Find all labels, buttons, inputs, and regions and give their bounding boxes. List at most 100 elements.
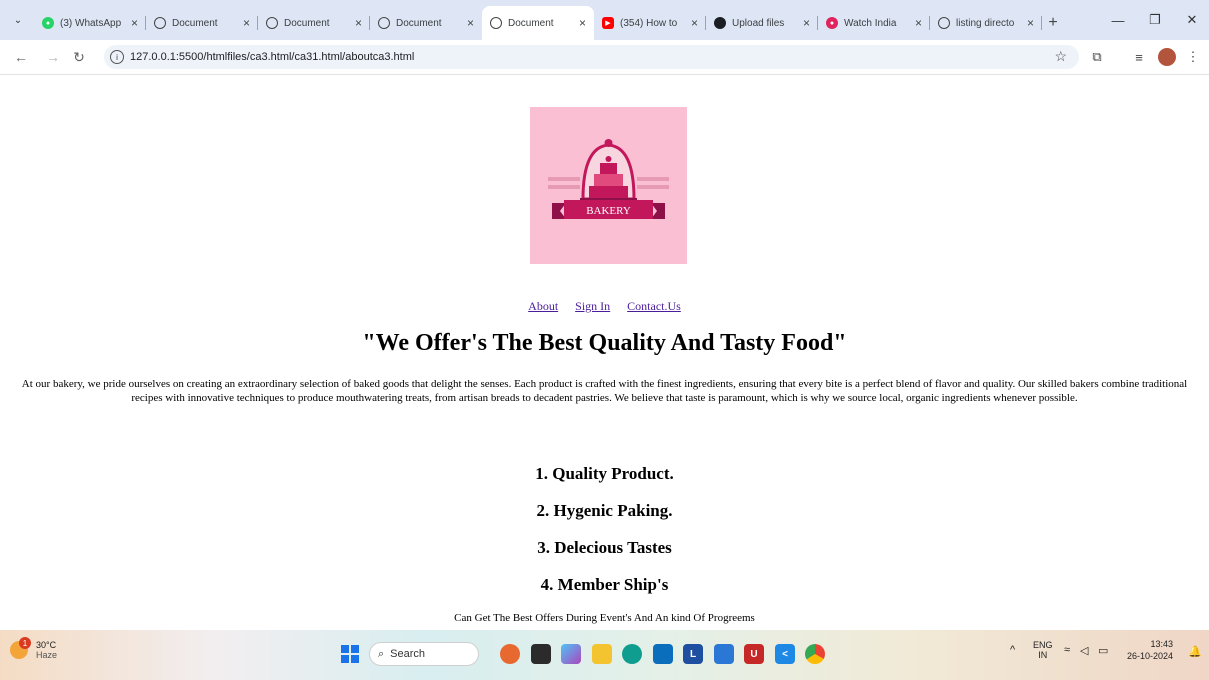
search-icon: ⌕ [378, 647, 385, 660]
main-nav: About Sign In Contact.Us [0, 299, 1209, 314]
tab-document-1[interactable]: Document × [146, 9, 258, 37]
mcafee-icon[interactable]: U [744, 644, 764, 664]
feature-item: 3. Delecious Tastes [537, 538, 672, 557]
language-indicator[interactable]: ENG IN [1033, 640, 1053, 660]
tab-title: listing directo [956, 17, 1015, 29]
nav-sign-in-link[interactable]: Sign In [575, 299, 610, 313]
windows-start-icon[interactable] [341, 645, 359, 663]
whatsapp-icon: ● [42, 17, 54, 29]
clock-date: 26-10-2024 [1127, 651, 1174, 661]
close-tab-icon[interactable]: × [915, 16, 922, 30]
tray-chevron-icon[interactable]: ^ [1010, 644, 1015, 656]
extensions-icon[interactable]: ⧉ [1088, 48, 1106, 66]
bakery-page: BAKERY About Sign In Contact.Us "We Offe… [0, 75, 1209, 630]
close-tab-icon[interactable]: × [131, 16, 138, 30]
feature-item: 1. Quality Product. [535, 464, 674, 483]
windows-taskbar: 1 30°C Haze ⌕ Search L U < ^ ENG IN ≈ ◁ … [0, 630, 1209, 680]
notification-bell-icon[interactable]: 🔔 [1188, 645, 1202, 658]
reading-list-icon[interactable]: ≡ [1130, 48, 1148, 66]
back-icon[interactable]: ← [12, 48, 30, 66]
close-tab-icon[interactable]: × [579, 16, 586, 30]
tab-hotstar[interactable]: ● Watch India × [818, 9, 930, 37]
reload-icon[interactable]: ↻ [70, 48, 88, 66]
store-icon[interactable] [653, 644, 673, 664]
youtube-icon: ▶ [602, 17, 614, 29]
tab-document-2[interactable]: Document × [258, 9, 370, 37]
bakery-cake-logo-icon: BAKERY [548, 139, 669, 219]
address-bar[interactable]: i 127.0.0.1:5500/htmlfiles/ca3.html/ca31… [104, 45, 1079, 69]
weather-sun-icon: 1 [10, 637, 31, 659]
weather-desc: Haze [36, 650, 58, 660]
weather-temp: 30°C [36, 640, 57, 650]
tab-whatsapp[interactable]: ● (3) WhatsApp × [34, 9, 146, 37]
tab-github[interactable]: Upload files × [706, 9, 818, 37]
task-view-icon[interactable] [531, 644, 551, 664]
site-info-icon[interactable]: i [110, 50, 124, 64]
lang-text: ENG [1033, 640, 1053, 650]
tab-title: Upload files [732, 17, 785, 29]
tab-listing[interactable]: listing directo × [930, 9, 1042, 37]
taskbar-search[interactable]: ⌕ Search [369, 642, 479, 666]
about-paragraph: At our bakery, we pride ourselves on cre… [21, 378, 1188, 404]
nav-about-link[interactable]: About [528, 299, 558, 313]
search-label: Search [390, 648, 426, 660]
minimize-icon[interactable]: — [1103, 10, 1133, 30]
globe-icon [154, 17, 166, 29]
notification-badge: 1 [19, 637, 31, 649]
menu-kebab-icon[interactable]: ⋮ [1184, 48, 1202, 66]
bakery-logo: BAKERY [530, 107, 687, 264]
nav-contact-link[interactable]: Contact.Us [627, 299, 681, 313]
tab-search-chevron-icon[interactable]: ⌄ [10, 12, 26, 28]
profile-avatar[interactable] [1158, 48, 1176, 66]
restore-icon[interactable]: ❐ [1140, 10, 1170, 30]
tab-list: ● (3) WhatsApp × Document × Document × D… [34, 6, 1064, 40]
feature-item: 4. Member Ship's [540, 575, 669, 594]
tab-youtube[interactable]: ▶ (354) How to × [594, 9, 706, 37]
url-text[interactable]: 127.0.0.1:5500/htmlfiles/ca3.html/ca31.h… [130, 51, 414, 63]
tab-title: Watch India [844, 17, 897, 29]
weather-widget[interactable]: 1 30°C Haze [10, 637, 58, 660]
chrome-icon[interactable] [805, 644, 825, 664]
edge-icon[interactable] [622, 644, 642, 664]
close-tab-icon[interactable]: × [803, 16, 810, 30]
new-tab-icon[interactable]: + [1042, 9, 1064, 37]
tab-document-active[interactable]: Document × [482, 6, 594, 40]
bookmark-star-icon[interactable]: ☆ [1054, 48, 1067, 65]
hotstar-icon: ● [826, 17, 838, 29]
photos-icon[interactable] [714, 644, 734, 664]
globe-icon [378, 17, 390, 29]
tab-title: Document [508, 17, 554, 29]
github-icon [714, 17, 726, 29]
close-tab-icon[interactable]: × [243, 16, 250, 30]
clock-time: 13:43 [1150, 639, 1174, 649]
battery-icon[interactable]: ▭ [1098, 644, 1108, 657]
region-text: IN [1038, 650, 1048, 660]
volume-icon[interactable]: ◁ [1080, 644, 1088, 657]
copilot-icon[interactable] [561, 644, 581, 664]
system-clock[interactable]: 13:43 26-10-2024 [1127, 638, 1173, 662]
close-tab-icon[interactable]: × [355, 16, 362, 30]
page-headline: "We Offer's The Best Quality And Tasty F… [362, 330, 847, 356]
file-explorer-icon[interactable] [592, 644, 612, 664]
tab-title: Document [284, 17, 330, 29]
close-tab-icon[interactable]: × [691, 16, 698, 30]
globe-icon [938, 17, 950, 29]
game-app-icon[interactable] [500, 644, 520, 664]
offers-note: Can Get The Best Offers During Event's A… [454, 612, 755, 624]
forward-icon[interactable]: → [44, 48, 62, 66]
logo-text: BAKERY [586, 205, 631, 217]
close-window-icon[interactable]: ✕ [1177, 10, 1207, 30]
vscode-icon[interactable]: < [775, 644, 795, 664]
globe-icon [266, 17, 278, 29]
tab-title: Document [172, 17, 218, 29]
globe-icon [490, 17, 502, 29]
wifi-icon[interactable]: ≈ [1064, 644, 1070, 656]
close-tab-icon[interactable]: × [467, 16, 474, 30]
tab-document-3[interactable]: Document × [370, 9, 482, 37]
l-app-icon[interactable]: L [683, 644, 703, 664]
tab-title: (3) WhatsApp [60, 17, 122, 29]
tab-title: Document [396, 17, 442, 29]
browser-toolbar: ← → ↻ i 127.0.0.1:5500/htmlfiles/ca3.htm… [0, 40, 1209, 75]
close-tab-icon[interactable]: × [1027, 16, 1034, 30]
tab-strip: ⌄ ● (3) WhatsApp × Document × Document ×… [0, 0, 1209, 40]
